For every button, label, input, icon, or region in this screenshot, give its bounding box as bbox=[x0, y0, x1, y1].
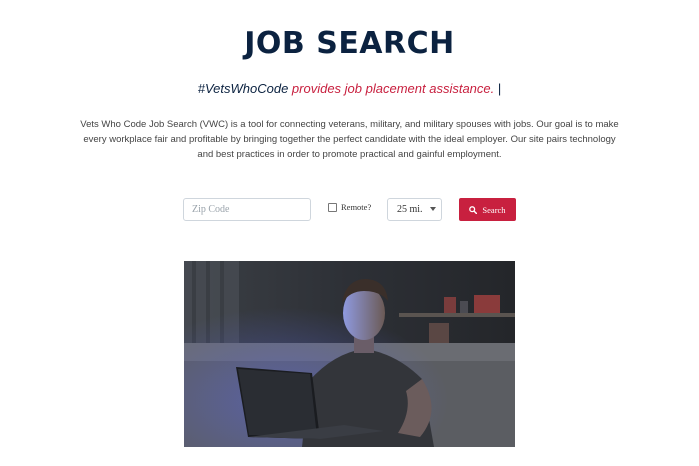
remote-checkbox-label[interactable]: Remote? bbox=[326, 202, 371, 212]
chevron-down-icon bbox=[430, 207, 436, 211]
search-button[interactable]: Search bbox=[459, 198, 516, 221]
hero-photo bbox=[184, 261, 515, 447]
page-title: JOB SEARCH bbox=[244, 26, 455, 61]
zip-code-input[interactable] bbox=[183, 198, 311, 221]
search-icon bbox=[469, 205, 478, 214]
intro-description: Vets Who Code Job Search (VWC) is a tool… bbox=[80, 119, 619, 160]
tagline: #VetsWhoCode provides job placement assi… bbox=[0, 81, 699, 96]
search-button-label: Search bbox=[482, 204, 506, 215]
man-with-laptop-image bbox=[184, 261, 515, 447]
tagline-text: provides job placement assistance. bbox=[288, 81, 495, 96]
typing-cursor: | bbox=[494, 81, 502, 96]
tagline-hashtag: #VetsWhoCode bbox=[197, 81, 289, 96]
search-form: Remote? 25 mi. Search bbox=[0, 198, 699, 222]
distance-select[interactable]: 25 mi. bbox=[387, 198, 442, 221]
remote-label-text: Remote? bbox=[341, 202, 372, 212]
remote-checkbox[interactable] bbox=[328, 202, 337, 212]
distance-selected-value: 25 mi. bbox=[397, 204, 423, 215]
